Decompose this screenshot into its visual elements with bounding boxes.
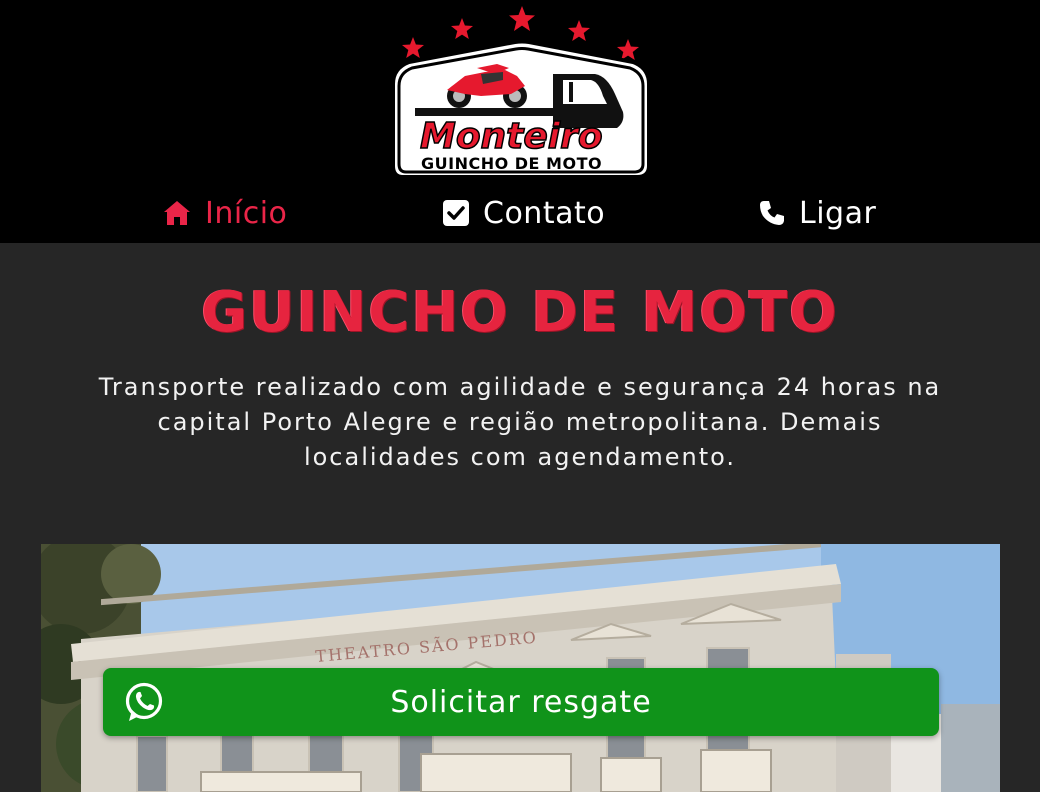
nav-item-contato[interactable]: Contato [443, 192, 605, 234]
request-rescue-button[interactable]: Solicitar resgate [103, 668, 939, 736]
nav-item-label: Ligar [799, 195, 877, 231]
hero-title: GUINCHO DE MOTO [201, 280, 839, 345]
monteiro-logo[interactable]: Monteiro GUINCHO DE MOTO [385, 4, 655, 182]
logo-brand-text: Monteiro [420, 116, 603, 157]
whatsapp-icon [125, 682, 163, 721]
check-square-icon [443, 200, 469, 226]
site-header: Monteiro GUINCHO DE MOTO Início Contato … [0, 0, 1040, 243]
nav-item-inicio[interactable]: Início [163, 192, 287, 234]
nav-item-ligar[interactable]: Ligar [759, 192, 876, 234]
home-icon [164, 201, 190, 225]
nav-item-label: Contato [483, 195, 606, 231]
nav-item-label: Início [205, 195, 288, 231]
phone-icon [760, 201, 784, 225]
logo-tagline-text: GUINCHO DE MOTO [421, 154, 602, 173]
cta-label: Solicitar resgate [390, 684, 652, 720]
hero-description: Transporte realizado com agilidade e seg… [98, 373, 942, 471]
